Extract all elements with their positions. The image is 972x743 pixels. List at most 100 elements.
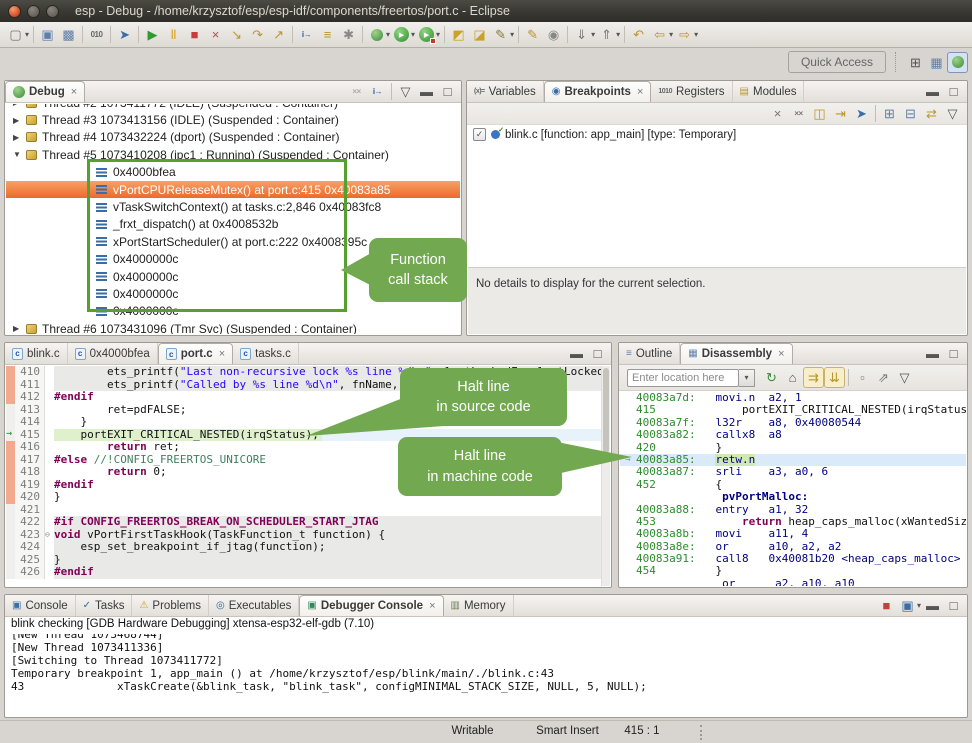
debug-frame-row[interactable]: 0x4000000c [6, 251, 460, 268]
debug-frame-row[interactable]: vTaskSwitchContext() at tasks.c:2,846 0x… [6, 198, 460, 215]
forward-dropdown[interactable]: ▾ [694, 30, 698, 39]
open-new-view-icon[interactable]: ▫ [852, 367, 873, 388]
code-line[interactable] [54, 504, 610, 517]
collapse-all-icon[interactable]: ⊟ [900, 103, 921, 124]
debug-frame-row[interactable]: vPortCPUReleaseMutex() at port.c:415 0x4… [6, 181, 460, 198]
step-return-icon[interactable]: ↗ [268, 24, 289, 45]
maximize-icon[interactable]: □ [437, 81, 458, 102]
annotation-margin[interactable] [6, 379, 15, 392]
terminate-icon[interactable]: ■ [876, 595, 897, 616]
minimize-icon[interactable]: ▬ [922, 595, 943, 616]
location-dropdown[interactable]: ▾ [739, 369, 755, 387]
annotation-margin[interactable] [6, 366, 15, 379]
new-wizard-dropdown[interactable]: ▾ [25, 30, 29, 39]
tab-tasks[interactable]: ✓Tasks [76, 595, 133, 616]
annotation-margin[interactable] [6, 479, 15, 492]
code-line[interactable]: #endif [54, 479, 610, 492]
fold-toggle-icon[interactable]: ⊖ [45, 529, 54, 542]
home-icon[interactable]: ⌂ [782, 367, 803, 388]
code-line[interactable]: #else //!CONFIG_FREERTOS_UNICORE [54, 454, 610, 467]
debug-frame-row[interactable]: 0x4000000c [6, 303, 460, 320]
debug-thread-row[interactable]: ▶Thread #2 1073411772 (IDLE) (Suspended … [6, 104, 460, 111]
debug-frame-row[interactable]: xPortStartScheduler() at port.c:222 0x40… [6, 233, 460, 250]
disassembly-line[interactable]: pvPortMalloc: [620, 491, 966, 503]
disassembly-line[interactable]: 40083a87: srli a3, a0, 6 [620, 466, 966, 478]
open-resource-icon[interactable]: ◪ [469, 24, 490, 45]
view-menu-icon[interactable]: ▽ [894, 367, 915, 388]
suspend-icon[interactable]: Ⅱ [163, 24, 184, 45]
debug-icon[interactable] [366, 24, 387, 45]
instruction-stepping-toggle-icon[interactable]: i→ [367, 81, 388, 102]
minimize-icon[interactable]: ▬ [416, 81, 437, 102]
tab-executables[interactable]: ◎Executables [209, 595, 299, 616]
tab-blink-c[interactable]: cblink.c [5, 343, 68, 364]
next-annotation-dropdown[interactable]: ▾ [591, 30, 595, 39]
disassembly-line[interactable]: 40083a8b: movi a11, 4 [620, 528, 966, 540]
new-wizard-icon[interactable]: ▢ [5, 24, 26, 45]
disconnect-icon[interactable]: × [205, 24, 226, 45]
code-line[interactable]: #endif [54, 566, 610, 579]
tab-tasks-c[interactable]: ctasks.c [233, 343, 299, 364]
tab-problems[interactable]: ⚠Problems [132, 595, 209, 616]
close-icon[interactable]: × [429, 600, 435, 612]
tab-breakpoints[interactable]: ◉Breakpoints× [544, 81, 652, 102]
debug-frame-row[interactable]: 0x4000000c [6, 285, 460, 302]
back-dropdown[interactable]: ▾ [669, 30, 673, 39]
use-step-filters-icon[interactable]: ✱ [338, 24, 359, 45]
back-icon[interactable]: ⇦ [649, 24, 670, 45]
resume-icon[interactable]: ▶ [142, 24, 163, 45]
view-menu-icon[interactable]: ▽ [942, 103, 963, 124]
remove-all-breakpoints-icon[interactable]: ×× [788, 103, 809, 124]
minimize-icon[interactable]: ▬ [922, 81, 943, 102]
scrollbar-thumb[interactable] [603, 368, 609, 453]
remove-breakpoint-icon[interactable]: × [767, 103, 788, 124]
annotation-margin[interactable]: → [6, 429, 15, 442]
debug-thread-row[interactable]: ▶Thread #4 1073432224 (dport) (Suspended… [6, 129, 460, 146]
code-line[interactable]: return ret; [54, 441, 610, 454]
code-line[interactable]: return 0; [54, 466, 610, 479]
debug-dropdown[interactable]: ▾ [386, 30, 390, 39]
expand-all-icon[interactable]: ⊞ [879, 103, 900, 124]
minimize-window-button[interactable] [27, 5, 40, 18]
sync-context-icon[interactable]: ⇉ [803, 367, 824, 388]
minimize-icon[interactable]: ▬ [922, 343, 943, 364]
show-source-icon[interactable]: ≡ [317, 24, 338, 45]
code-line[interactable]: } [54, 554, 610, 567]
previous-annotation-icon[interactable]: ⇑ [596, 24, 617, 45]
line-number[interactable]: 414 [15, 416, 45, 429]
next-annotation-icon[interactable]: ⇓ [571, 24, 592, 45]
breakpoint-checkbox[interactable]: ✓ [473, 128, 486, 141]
line-number[interactable]: 426 [15, 566, 45, 579]
code-line[interactable]: ret=pdFALSE; [54, 404, 610, 417]
code-line[interactable]: void vPortFirstTaskHook(TaskFunction_t f… [54, 529, 610, 542]
expand-arrow-icon[interactable]: ▼ [13, 150, 24, 159]
code-line[interactable]: #if CONFIG_FREERTOS_BREAK_ON_SCHEDULER_S… [54, 516, 610, 529]
code-line[interactable]: #endif [54, 391, 610, 404]
annotation-margin[interactable] [6, 466, 15, 479]
editor-scrollbar[interactable] [601, 366, 610, 586]
breakpoint-row[interactable]: ✓ blink.c [function: app_main] [type: Te… [467, 125, 967, 144]
maximize-icon[interactable]: □ [587, 343, 608, 364]
expand-arrow-icon[interactable]: ▶ [13, 324, 24, 333]
annotation-margin[interactable] [6, 454, 15, 467]
previous-annotation-dropdown[interactable]: ▾ [616, 30, 620, 39]
annotation-margin[interactable] [6, 404, 15, 417]
skip-all-breakpoints-icon[interactable]: ➤ [851, 103, 872, 124]
line-number[interactable]: 420 [15, 491, 45, 504]
debug-thread-row[interactable]: ▶Thread #3 1073413156 (IDLE) (Suspended … [6, 111, 460, 128]
line-number[interactable]: 416 [15, 441, 45, 454]
maximize-icon[interactable]: □ [943, 81, 964, 102]
show-breakpoints-for-selection-icon[interactable]: ◫ [809, 103, 830, 124]
run-dropdown[interactable]: ▾ [411, 30, 415, 39]
tab-memory[interactable]: ▥Memory [444, 595, 514, 616]
annotation-margin[interactable] [6, 441, 15, 454]
code-line[interactable]: } [54, 416, 610, 429]
pin-view-icon[interactable]: ⇗ [873, 367, 894, 388]
annotation-margin[interactable] [6, 529, 15, 542]
annotation-margin[interactable] [6, 566, 15, 579]
tab-debug[interactable]: Debug × [5, 81, 85, 102]
tab-debugger-console[interactable]: ▣Debugger Console× [299, 595, 443, 616]
maximize-icon[interactable]: □ [943, 343, 964, 364]
maximize-window-button[interactable] [46, 5, 59, 18]
step-into-icon[interactable]: ↘ [226, 24, 247, 45]
